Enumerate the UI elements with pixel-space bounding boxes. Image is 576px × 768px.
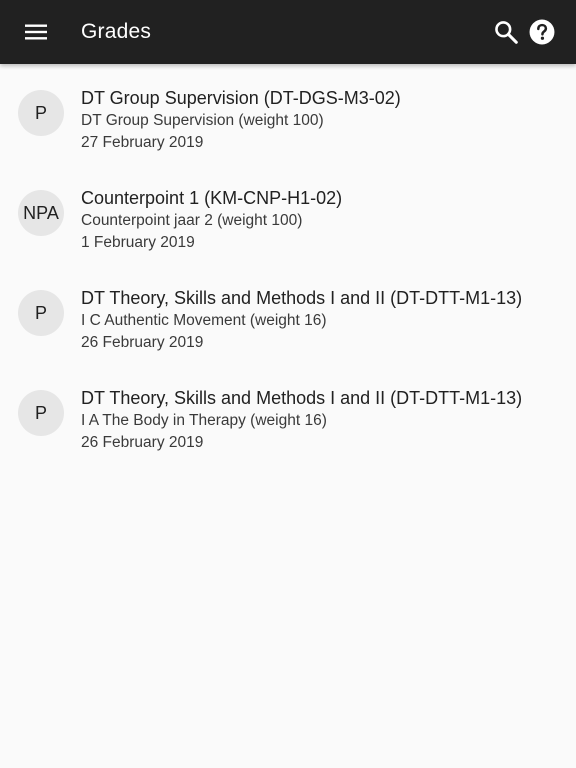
grade-date: 27 February 2019 bbox=[81, 134, 204, 151]
grade-avatar: P bbox=[18, 390, 64, 436]
grade-avatar: P bbox=[18, 90, 64, 136]
app-bar: Grades bbox=[0, 0, 576, 64]
grade-detail: Counterpoint jaar 2 (weight 100) bbox=[81, 212, 303, 229]
grade-texts: Counterpoint 1 (KM-CNP-H1-02) Counterpoi… bbox=[81, 186, 566, 254]
grade-texts: DT Group Supervision (DT-DGS-M3-02) DT G… bbox=[81, 86, 566, 154]
grade-date: 1 February 2019 bbox=[81, 234, 195, 251]
grade-list-item[interactable]: NPA Counterpoint 1 (KM-CNP-H1-02) Counte… bbox=[0, 164, 576, 264]
grade-detail: DT Group Supervision (weight 100) bbox=[81, 112, 324, 129]
help-icon bbox=[529, 19, 555, 45]
search-icon bbox=[495, 21, 518, 44]
menu-button[interactable] bbox=[20, 16, 52, 48]
menu-icon bbox=[25, 24, 47, 40]
grade-date: 26 February 2019 bbox=[81, 334, 204, 351]
page-title: Grades bbox=[81, 20, 152, 43]
grade-avatar: NPA bbox=[18, 190, 64, 236]
grade-list-item[interactable]: P DT Theory, Skills and Methods I and II… bbox=[0, 364, 576, 464]
grade-list-item[interactable]: P DT Group Supervision (DT-DGS-M3-02) DT… bbox=[0, 64, 576, 164]
grade-course: DT Group Supervision (DT-DGS-M3-02) bbox=[81, 88, 401, 108]
grade-list-item[interactable]: P DT Theory, Skills and Methods I and II… bbox=[0, 264, 576, 364]
grade-texts: DT Theory, Skills and Methods I and II (… bbox=[81, 286, 566, 354]
grade-texts: DT Theory, Skills and Methods I and II (… bbox=[81, 386, 566, 454]
grades-list: P DT Group Supervision (DT-DGS-M3-02) DT… bbox=[0, 64, 576, 464]
grade-course: DT Theory, Skills and Methods I and II (… bbox=[81, 388, 523, 408]
grade-course: Counterpoint 1 (KM-CNP-H1-02) bbox=[81, 188, 343, 208]
grade-avatar: P bbox=[18, 290, 64, 336]
grade-date: 26 February 2019 bbox=[81, 434, 204, 451]
grade-detail: I C Authentic Movement (weight 16) bbox=[81, 312, 327, 329]
grade-course: DT Theory, Skills and Methods I and II (… bbox=[81, 288, 523, 308]
help-button[interactable] bbox=[526, 16, 558, 48]
search-button[interactable] bbox=[490, 16, 522, 48]
grade-detail: I A The Body in Therapy (weight 16) bbox=[81, 412, 327, 429]
